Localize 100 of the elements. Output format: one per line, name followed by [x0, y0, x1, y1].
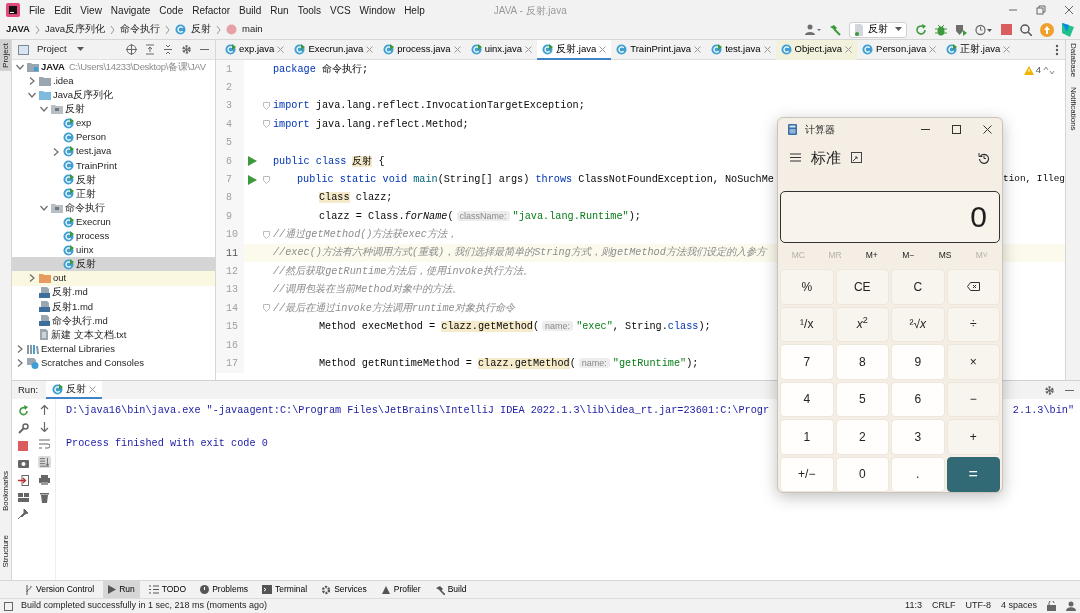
tree-item[interactable]: 命令执行 — [65, 200, 105, 216]
keep-on-top-icon[interactable] — [851, 152, 862, 164]
indent-setting[interactable]: 4 spaces — [1000, 599, 1037, 613]
tree-item[interactable]: External Libraries — [41, 341, 115, 357]
editor-tab[interactable]: exp.java — [220, 40, 290, 60]
editor-tab[interactable]: Object.java — [775, 40, 858, 60]
menu-item[interactable]: Code — [159, 2, 184, 18]
search-icon[interactable] — [1020, 23, 1032, 36]
editor-tab[interactable]: 反射.java — [537, 40, 612, 60]
breadcrumb-item[interactable]: 反射 — [191, 22, 211, 37]
wrap-icon[interactable] — [39, 439, 50, 449]
tree-item[interactable]: JAVA — [41, 59, 65, 75]
calculator-key[interactable]: CE — [835, 269, 889, 305]
calculator-key[interactable]: C — [891, 269, 945, 305]
arrow-up-icon[interactable] — [40, 405, 49, 415]
side-tab[interactable]: Project — [0, 40, 11, 71]
tool-window-button[interactable]: Problems — [195, 581, 254, 598]
chevron-right-icon[interactable] — [15, 358, 25, 368]
cursor-position[interactable]: 11:3 — [905, 599, 922, 613]
editor-tab[interactable]: 正射.java — [941, 40, 1016, 60]
calculator-key[interactable]: ²√x — [891, 306, 945, 342]
menu-item[interactable]: Edit — [54, 2, 72, 18]
gear-icon[interactable] — [1044, 384, 1055, 396]
memory-button[interactable]: MS — [926, 248, 964, 262]
menu-item[interactable]: Tools — [297, 2, 321, 18]
up-down-icon[interactable] — [1043, 65, 1055, 75]
menu-icon[interactable] — [790, 153, 801, 163]
printer-icon[interactable] — [39, 475, 50, 485]
calculator-key[interactable]: 9 — [891, 344, 945, 380]
menu-item[interactable]: Navigate — [110, 2, 151, 18]
run-icon[interactable] — [247, 156, 257, 167]
history-icon[interactable] — [978, 152, 990, 164]
tree-item[interactable]: Person — [76, 130, 107, 145]
hammer-icon[interactable] — [829, 23, 841, 36]
tree-item[interactable]: 命令执行.md — [52, 313, 108, 328]
calculator-key[interactable]: 5 — [835, 381, 889, 417]
close-icon[interactable] — [1064, 5, 1074, 15]
tree-item[interactable]: Java反序列化 — [53, 88, 114, 103]
side-tab[interactable]: Bookmarks — [0, 467, 11, 514]
memory-button[interactable]: M+ — [853, 248, 890, 262]
run-tab[interactable]: 反射 — [46, 381, 103, 399]
tool-window-button[interactable]: Services — [316, 581, 372, 598]
editor-tab[interactable]: process.java — [378, 40, 466, 60]
tool-window-button[interactable]: Version Control — [20, 581, 100, 598]
menu-item[interactable]: Help — [404, 2, 425, 18]
status-icon[interactable] — [4, 601, 13, 611]
tree-item[interactable]: 反射.md — [52, 285, 88, 300]
tree-item[interactable]: .idea — [53, 74, 74, 89]
tree-item[interactable]: exp — [76, 116, 92, 131]
maximize-icon[interactable] — [952, 125, 961, 135]
wrench-icon[interactable] — [17, 423, 29, 434]
lock-icon[interactable] — [1047, 601, 1056, 611]
view-dropdown[interactable]: Project — [37, 42, 84, 57]
chevron-right-icon[interactable] — [27, 273, 37, 284]
gear-icon[interactable] — [181, 44, 192, 55]
menu-item[interactable]: Window — [359, 2, 396, 18]
calculator-key[interactable]: 2 — [835, 419, 889, 455]
calculator-key[interactable]: 0 — [835, 456, 889, 492]
breadcrumb-item[interactable]: 命令执行 — [120, 22, 160, 37]
tool-window-button[interactable]: Run — [103, 581, 140, 598]
editor-tab[interactable]: uinx.java — [465, 40, 538, 60]
calculator-key[interactable]: = — [946, 456, 1000, 492]
layout-icon[interactable] — [17, 493, 29, 502]
calculator-key[interactable]: − — [946, 381, 1000, 417]
scroll-to-end-icon[interactable] — [38, 456, 51, 468]
calculator-key[interactable]: 7 — [780, 344, 834, 380]
tree-item[interactable]: out — [53, 271, 67, 286]
tree-item[interactable]: uinx — [76, 243, 94, 258]
crosshair-icon[interactable] — [126, 44, 137, 55]
camera-icon[interactable] — [17, 458, 29, 468]
chevron-right-icon[interactable] — [27, 76, 37, 87]
pin-icon[interactable] — [18, 509, 28, 519]
calculator-key[interactable]: ¹/x — [780, 306, 834, 342]
tree-item[interactable]: 反射1.md — [52, 299, 94, 314]
run-icon[interactable] — [247, 174, 257, 185]
tree-item[interactable]: 反射 — [76, 257, 96, 272]
tree-item[interactable]: 新建 文本文档.txt — [51, 327, 127, 342]
tree-item[interactable]: Execrun — [76, 214, 111, 230]
calculator-key[interactable]: x$^{2}$ — [835, 306, 889, 342]
calculator-key[interactable]: 1 — [780, 419, 834, 455]
tree-item[interactable]: test.java — [76, 144, 112, 159]
backspace-key[interactable] — [946, 269, 1000, 305]
calculator-key[interactable]: + — [946, 419, 1000, 455]
calculator-key[interactable]: % — [780, 269, 834, 305]
tree-item[interactable]: TrainPrint — [76, 158, 117, 173]
menu-item[interactable]: File — [29, 2, 46, 18]
tool-window-button[interactable]: Build — [429, 581, 472, 598]
tool-window-button[interactable]: Profiler — [375, 581, 426, 598]
restore-icon[interactable] — [1036, 5, 1046, 15]
user-icon[interactable] — [805, 23, 821, 36]
menu-item[interactable]: View — [80, 2, 102, 18]
breadcrumb-item[interactable]: main — [242, 22, 263, 37]
file-encoding[interactable]: UTF-8 — [965, 599, 991, 613]
editor-tab[interactable]: Person.java — [857, 40, 942, 60]
calculator-key[interactable]: 8 — [835, 344, 889, 380]
chevron-right-icon[interactable] — [15, 343, 25, 354]
arrow-down-icon[interactable] — [40, 422, 49, 432]
memory-button[interactable]: M− — [890, 248, 927, 262]
close-icon[interactable] — [983, 125, 992, 135]
breadcrumb-item[interactable]: JAVA — [6, 22, 30, 37]
